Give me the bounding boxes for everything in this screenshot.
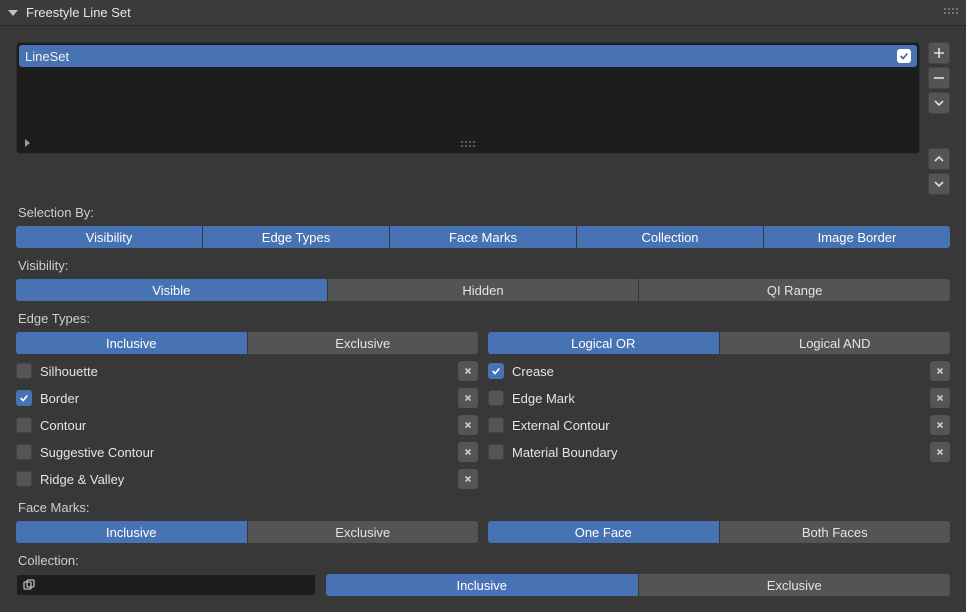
selection-by-option-visibility[interactable]: Visibility: [16, 226, 202, 248]
edgetype-row-crease: Crease: [488, 360, 950, 382]
collection-field[interactable]: [16, 574, 316, 596]
edgetypes-logic-toggle: Logical ORLogical AND: [488, 332, 950, 354]
visibility-option-qi-range[interactable]: QI Range: [639, 279, 950, 301]
edgetype-label: Border: [40, 391, 450, 406]
edgetype-label: Suggestive Contour: [40, 445, 450, 460]
edgetypes-logic-logical-or[interactable]: Logical OR: [488, 332, 719, 354]
edgetype-exclude-button[interactable]: [458, 361, 478, 381]
selection-by-toggle: VisibilityEdge TypesFace MarksCollection…: [16, 226, 950, 248]
edgetype-checkbox[interactable]: [16, 471, 32, 487]
edgetype-row-border: Border: [16, 387, 478, 409]
edgetype-row-suggestive-contour: Suggestive Contour: [16, 441, 478, 463]
edgetype-checkbox[interactable]: [16, 417, 32, 433]
edge-types-label: Edge Types:: [18, 311, 950, 326]
edgetype-row-silhouette: Silhouette: [16, 360, 478, 382]
edgetypes-mode-toggle: InclusiveExclusive: [16, 332, 478, 354]
selection-by-option-collection[interactable]: Collection: [577, 226, 763, 248]
visibility-option-visible[interactable]: Visible: [16, 279, 327, 301]
edgetype-label: Silhouette: [40, 364, 450, 379]
add-lineset-button[interactable]: [928, 42, 950, 64]
panel-title: Freestyle Line Set: [26, 5, 131, 20]
edgetype-checkbox[interactable]: [16, 363, 32, 379]
remove-lineset-button[interactable]: [928, 67, 950, 89]
edgetype-checkbox[interactable]: [16, 444, 32, 460]
edgetype-row-ridge-valley: Ridge & Valley: [16, 468, 478, 490]
edgetype-exclude-button[interactable]: [930, 388, 950, 408]
edgetypes-logic-logical-and[interactable]: Logical AND: [720, 332, 951, 354]
lineset-list-item[interactable]: LineSet: [19, 45, 917, 67]
disclosure-triangle-icon[interactable]: [8, 10, 18, 16]
lineset-specials-menu[interactable]: [928, 92, 950, 114]
edgetype-exclude-button[interactable]: [458, 469, 478, 489]
collection-icon: [21, 577, 37, 593]
face-marks-label: Face Marks:: [18, 500, 950, 515]
panel-header[interactable]: Freestyle Line Set: [0, 0, 966, 26]
facemarks-faces-both-faces[interactable]: Both Faces: [720, 521, 951, 543]
edgetype-checkbox[interactable]: [488, 444, 504, 460]
selection-by-label: Selection By:: [18, 205, 950, 220]
edgetype-checkbox[interactable]: [488, 390, 504, 406]
edgetype-row-contour: Contour: [16, 414, 478, 436]
edgetype-label: Ridge & Valley: [40, 472, 450, 487]
resize-handle-icon[interactable]: [461, 141, 475, 147]
edgetype-exclude-button[interactable]: [930, 415, 950, 435]
selection-by-option-edge-types[interactable]: Edge Types: [203, 226, 389, 248]
collection-mode-toggle: InclusiveExclusive: [326, 574, 950, 596]
selection-by-option-image-border[interactable]: Image Border: [764, 226, 950, 248]
edgetype-label: Crease: [512, 364, 922, 379]
edgetype-exclude-button[interactable]: [458, 388, 478, 408]
edgetype-label: Material Boundary: [512, 445, 922, 460]
edgetypes-mode-inclusive[interactable]: Inclusive: [16, 332, 247, 354]
visibility-toggle: VisibleHiddenQI Range: [16, 279, 950, 301]
collection-mode-inclusive[interactable]: Inclusive: [326, 574, 638, 596]
facemarks-mode-inclusive[interactable]: Inclusive: [16, 521, 247, 543]
edgetype-row-edge-mark: Edge Mark: [488, 387, 950, 409]
edgetype-label: Edge Mark: [512, 391, 922, 406]
visibility-option-hidden[interactable]: Hidden: [328, 279, 639, 301]
move-down-button[interactable]: [928, 173, 950, 195]
move-up-button[interactable]: [928, 148, 950, 170]
edgetype-exclude-button[interactable]: [458, 415, 478, 435]
edgetype-checkbox[interactable]: [488, 417, 504, 433]
edgetype-exclude-button[interactable]: [930, 361, 950, 381]
visibility-label: Visibility:: [18, 258, 950, 273]
facemarks-mode-toggle: InclusiveExclusive: [16, 521, 478, 543]
lineset-item-name[interactable]: LineSet: [25, 49, 897, 64]
edgetype-exclude-button[interactable]: [458, 442, 478, 462]
drag-handle-icon[interactable]: [944, 8, 958, 14]
collection-label: Collection:: [18, 553, 950, 568]
edgetypes-mode-exclusive[interactable]: Exclusive: [248, 332, 479, 354]
edgetype-row-external-contour: External Contour: [488, 414, 950, 436]
facemarks-faces-toggle: One FaceBoth Faces: [488, 521, 950, 543]
edgetype-exclude-button[interactable]: [930, 442, 950, 462]
edgetype-checkbox[interactable]: [16, 390, 32, 406]
facemarks-faces-one-face[interactable]: One Face: [488, 521, 719, 543]
lineset-item-enabled-checkbox[interactable]: [897, 49, 911, 63]
edgetype-checkbox[interactable]: [488, 363, 504, 379]
edgetype-row-material-boundary: Material Boundary: [488, 441, 950, 463]
expand-filter-icon[interactable]: [25, 139, 30, 147]
facemarks-mode-exclusive[interactable]: Exclusive: [248, 521, 479, 543]
collection-mode-exclusive[interactable]: Exclusive: [639, 574, 951, 596]
lineset-list[interactable]: LineSet: [16, 42, 920, 154]
edgetype-label: External Contour: [512, 418, 922, 433]
selection-by-option-face-marks[interactable]: Face Marks: [390, 226, 576, 248]
edgetype-label: Contour: [40, 418, 450, 433]
